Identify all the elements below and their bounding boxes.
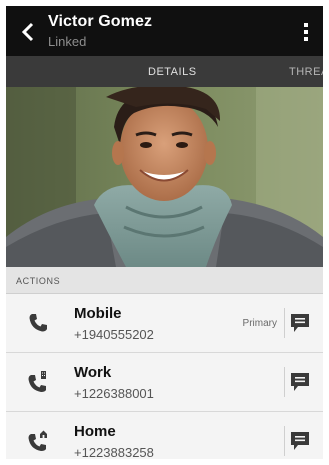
overflow-menu-icon[interactable] — [295, 18, 317, 46]
contact-details-screen: Victor Gomez Linked DETAILS THRE ACTIONS… — [6, 6, 323, 459]
contact-name: Victor Gomez — [48, 13, 153, 30]
link-status: Linked — [48, 34, 87, 49]
message-icon[interactable] — [289, 312, 311, 334]
app-bar: Victor Gomez Linked — [6, 6, 323, 56]
primary-badge: Primary — [242, 318, 277, 329]
phone-type-label: Home — [74, 423, 116, 440]
phone-number: +1226388001 — [74, 386, 154, 401]
action-row-home[interactable]: Home +1223883258 — [6, 412, 323, 459]
divider — [284, 367, 285, 397]
phone-number: +1223883258 — [74, 445, 154, 459]
actions-section-header: ACTIONS — [6, 267, 323, 294]
divider — [284, 308, 285, 338]
divider — [284, 426, 285, 456]
message-icon[interactable] — [289, 430, 311, 452]
tab-bar: DETAILS THREA — [6, 56, 323, 87]
actions-section-label: ACTIONS — [16, 276, 61, 286]
phone-type-label: Work — [74, 364, 112, 381]
phone-number: +1940555202 — [74, 327, 154, 342]
contact-photo[interactable] — [6, 87, 323, 267]
home-phone-icon — [26, 429, 50, 453]
tab-threads[interactable]: THREA — [289, 66, 323, 78]
back-arrow-icon[interactable] — [16, 20, 40, 44]
mobile-phone-icon — [26, 311, 50, 335]
tab-details[interactable]: DETAILS — [148, 66, 197, 78]
phone-type-label: Mobile — [74, 305, 122, 322]
action-row-work[interactable]: Work +1226388001 — [6, 353, 323, 412]
message-icon[interactable] — [289, 371, 311, 393]
work-phone-icon — [26, 370, 50, 394]
action-row-mobile[interactable]: Mobile +1940555202 Primary — [6, 294, 323, 353]
